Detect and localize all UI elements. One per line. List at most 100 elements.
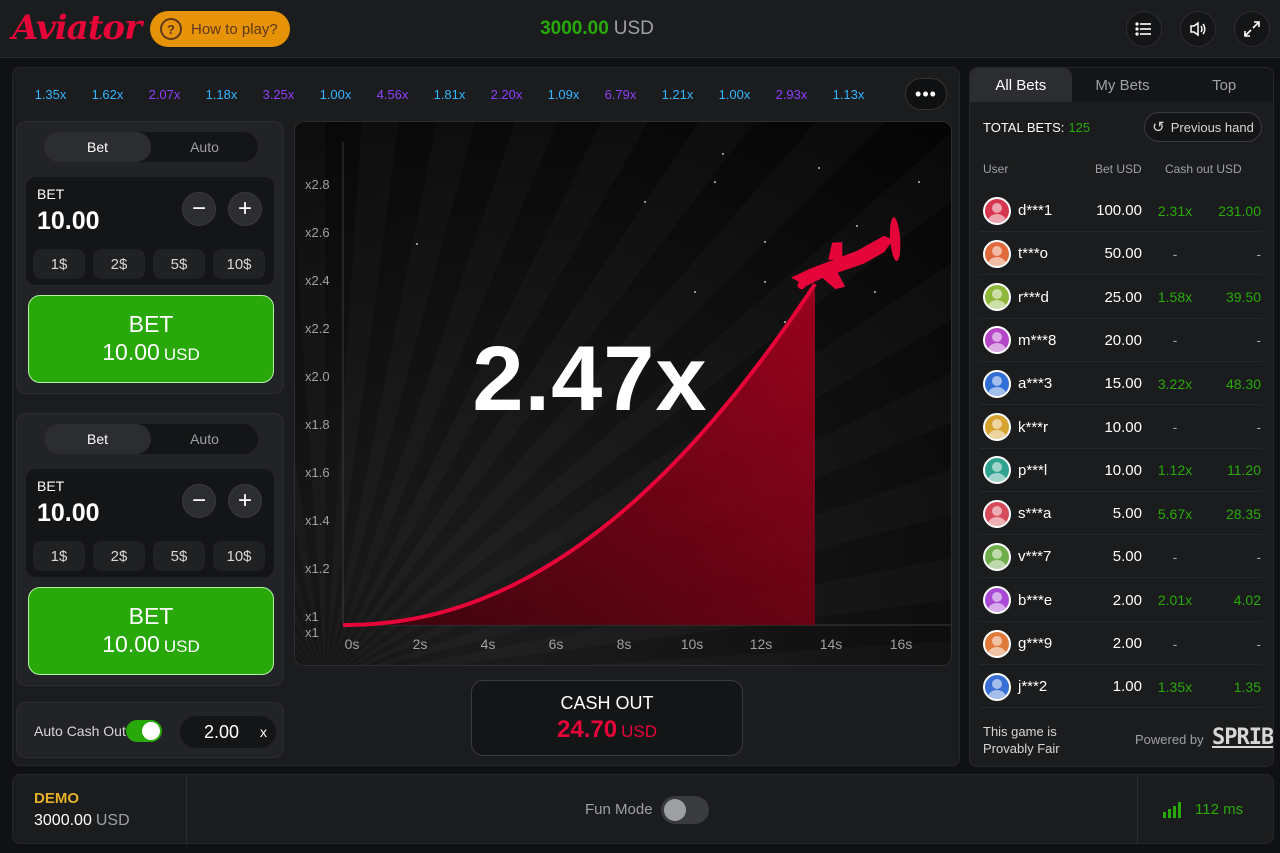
- row-bet: 10.00: [1104, 418, 1142, 436]
- cash-out-button[interactable]: CASH OUT 24.70 USD: [471, 680, 743, 756]
- bet-amount-input[interactable]: 10.00: [37, 207, 100, 236]
- bet-button-label: BET: [128, 311, 174, 338]
- previous-hand-button[interactable]: ↺ Previous hand: [1144, 112, 1262, 142]
- fun-mode-label: Fun Mode: [585, 801, 653, 818]
- history-multiplier[interactable]: 2.93x: [763, 87, 820, 102]
- sound-button[interactable]: [1180, 11, 1216, 47]
- history-multiplier[interactable]: 2.07x: [136, 87, 193, 102]
- provably-fair-link[interactable]: This game is Provably Fair: [983, 723, 1060, 757]
- avatar: [983, 499, 1011, 528]
- y-tick-label: x1.6: [305, 465, 330, 480]
- auto-cash-out-input[interactable]: 2.00 x: [180, 716, 276, 748]
- tab-my-bets[interactable]: My Bets: [1072, 68, 1174, 102]
- history-multiplier[interactable]: 1.62x: [79, 87, 136, 102]
- total-bets-label: TOTAL BETS:: [983, 120, 1065, 135]
- row-user: m***8: [1018, 331, 1057, 349]
- cash-out-label: CASH OUT: [560, 692, 654, 713]
- quick-bet-button[interactable]: 10$: [213, 541, 265, 571]
- avatar: [983, 672, 1011, 701]
- row-cashout: -: [1256, 332, 1261, 349]
- x-tick-label: 4s: [481, 636, 496, 652]
- history-multiplier[interactable]: 6.79x: [592, 87, 649, 102]
- history-multiplier[interactable]: 1.81x: [421, 87, 478, 102]
- fullscreen-button[interactable]: [1234, 11, 1270, 47]
- avatar: [983, 239, 1011, 268]
- history-multiplier[interactable]: 1.00x: [706, 87, 763, 102]
- x-tick-label: 10s: [681, 636, 704, 652]
- history-multiplier[interactable]: 3.25x: [250, 87, 307, 102]
- star: [722, 153, 724, 155]
- row-cashout: 48.30: [1225, 375, 1261, 392]
- place-bet-button[interactable]: BET 10.00 USD: [28, 587, 274, 675]
- history-multiplier[interactable]: 1.00x: [307, 87, 364, 102]
- history-multiplier[interactable]: 1.09x: [535, 87, 592, 102]
- x-tick-label: 12s: [750, 636, 773, 652]
- demo-balance-currency: USD: [95, 812, 130, 829]
- bet-row: p***l 10.00 1.12x 11.20: [979, 450, 1262, 492]
- balance-display: 3000.00 USD: [0, 18, 1194, 40]
- x-tick-label: 14s: [820, 636, 843, 652]
- star: [784, 321, 786, 323]
- y-tick-label: x1.2: [305, 561, 330, 576]
- bet-row: r***d 25.00 1.58x 39.50: [979, 277, 1262, 319]
- quick-bet-button[interactable]: 2$: [93, 249, 145, 279]
- history-multiplier[interactable]: 2.20x: [478, 87, 535, 102]
- tab-all-bets[interactable]: All Bets: [970, 68, 1072, 102]
- signal-icon: [1163, 802, 1181, 818]
- history-multiplier[interactable]: 1.35x: [22, 87, 79, 102]
- tab-bet[interactable]: Bet: [44, 424, 151, 454]
- quick-bet-button[interactable]: 5$: [153, 541, 205, 571]
- tab-bet[interactable]: Bet: [44, 132, 151, 162]
- quick-bet-button[interactable]: 1$: [33, 249, 85, 279]
- quick-bet-button[interactable]: 1$: [33, 541, 85, 571]
- history-multiplier[interactable]: 1.18x: [193, 87, 250, 102]
- history-multiplier[interactable]: 4.56x: [364, 87, 421, 102]
- plus-icon: +: [237, 195, 252, 222]
- history-multiplier[interactable]: 1.21x: [649, 87, 706, 102]
- row-cashout: 231.00: [1218, 202, 1261, 219]
- tab-top[interactable]: Top: [1173, 68, 1273, 102]
- fun-mode-toggle[interactable]: [661, 796, 709, 824]
- y-tick-label: x2.8: [305, 177, 330, 192]
- bet-row: k***r 10.00 - -: [979, 407, 1262, 449]
- tab-auto[interactable]: Auto: [151, 132, 258, 162]
- history-multiplier[interactable]: 1.13x: [820, 87, 877, 102]
- bet-amount-input[interactable]: 10.00: [37, 499, 100, 528]
- game-canvas: x2.8 x2.6 x2.4 x2.2 x2.0 x1.8 x1.6 x1.4 x1.2 x1 x1…: [294, 121, 952, 666]
- demo-label: DEMO: [34, 790, 79, 807]
- increase-bet-button[interactable]: +: [228, 192, 262, 226]
- quick-bet-button[interactable]: 10$: [213, 249, 265, 279]
- bet-button-amount: 10.00: [102, 631, 160, 657]
- row-bet: 20.00: [1104, 331, 1142, 349]
- row-user: r***d: [1018, 288, 1049, 306]
- quick-bet-button[interactable]: 2$: [93, 541, 145, 571]
- tab-auto[interactable]: Auto: [151, 424, 258, 454]
- history-more-button[interactable]: •••: [905, 78, 947, 110]
- bet-row: d***1 100.00 2.31x 231.00: [979, 190, 1262, 232]
- row-multiplier: 5.67x: [1157, 505, 1193, 522]
- star: [764, 281, 766, 283]
- star: [714, 181, 716, 183]
- place-bet-button[interactable]: BET 10.00 USD: [28, 295, 274, 383]
- demo-balance-amount: 3000.00: [34, 812, 92, 829]
- minus-icon: −: [191, 487, 206, 514]
- decrease-bet-button[interactable]: −: [182, 484, 216, 518]
- row-multiplier: 1.58x: [1157, 289, 1193, 306]
- avatar: [983, 283, 1011, 312]
- menu-button[interactable]: [1126, 11, 1162, 47]
- row-cashout: 11.20: [1227, 462, 1261, 479]
- multiplier-history: 1.35x 1.62x 2.07x 1.18x 3.25x 1.00x 4.56x 1.81x…: [22, 80, 892, 108]
- x-tick-label: 6s: [549, 636, 564, 652]
- clear-auto-cash-out[interactable]: x: [260, 724, 267, 740]
- increase-bet-button[interactable]: +: [228, 484, 262, 518]
- bet-row: s***a 5.00 5.67x 28.35: [979, 493, 1262, 536]
- x-tick-label: 0s: [345, 636, 360, 652]
- quick-bet-button[interactable]: 5$: [153, 249, 205, 279]
- bet-panel-1: Bet Auto BET 10.00 − +1$ 2$ 5$ 10$ BET 10.00 USD: [16, 121, 284, 394]
- auto-cash-out-toggle[interactable]: [126, 720, 162, 742]
- cash-out-amount: 24.70: [557, 715, 618, 743]
- powered-by-label: Powered by: [1135, 732, 1204, 747]
- row-user: g***9: [1018, 635, 1053, 652]
- decrease-bet-button[interactable]: −: [182, 192, 216, 226]
- ping-value: 112 ms: [1195, 801, 1244, 818]
